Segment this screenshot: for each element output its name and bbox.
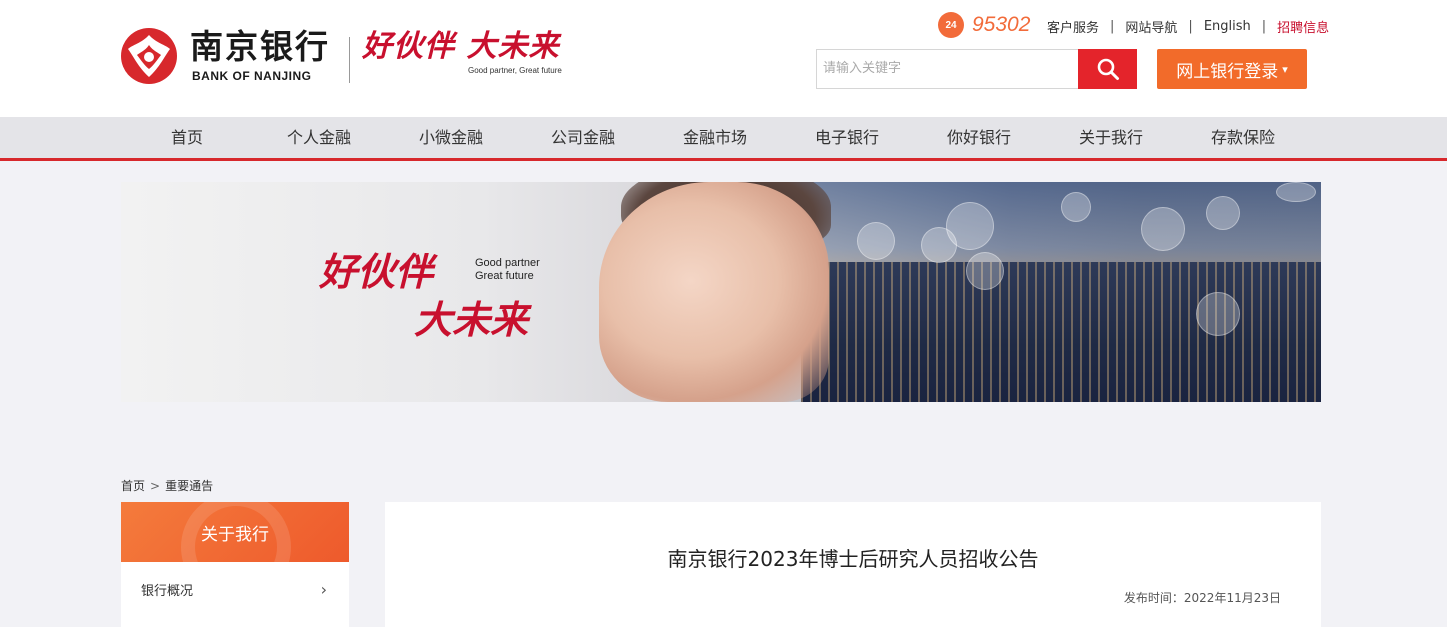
top-links: 客户服务 | 网站导航 | English | 招聘信息 — [1047, 17, 1329, 36]
link-recruitment[interactable]: 招聘信息 — [1277, 17, 1329, 36]
article-title: 南京银行2023年博士后研究人员招收公告 — [667, 547, 1039, 571]
hotline-number: 95302 — [972, 13, 1031, 36]
search-button[interactable] — [1078, 49, 1137, 89]
nav-corporate-finance[interactable]: 公司金融 — [517, 117, 649, 158]
bank-name-en: BANK OF NANJING — [192, 69, 312, 83]
link-customer-service[interactable]: 客户服务 — [1047, 17, 1099, 36]
search-icon — [1097, 58, 1119, 80]
caret-down-icon: ▾ — [1282, 62, 1288, 76]
bokeh-light — [1276, 182, 1316, 202]
bank-logo[interactable]: 南京银行 BANK OF NANJING — [120, 25, 350, 87]
link-site-navigation[interactable]: 网站导航 — [1125, 17, 1177, 36]
sidebar-header: 关于我行 — [121, 502, 349, 562]
bokeh-light — [1061, 192, 1091, 222]
main-nav: 首页 个人金融 小微金融 公司金融 金融市场 电子银行 你好银行 关于我行 存款… — [0, 117, 1447, 161]
nav-about-us[interactable]: 关于我行 — [1045, 117, 1177, 158]
publish-date-value: 2022年11月23日 — [1183, 591, 1281, 605]
header-slogan-cn: 好伙伴 大未来 — [362, 29, 560, 64]
link-separator: | — [1261, 19, 1267, 34]
phone-24h-icon: 24 — [938, 12, 964, 38]
logo-divider — [349, 37, 350, 83]
nav-deposit-insurance[interactable]: 存款保险 — [1177, 117, 1309, 158]
link-separator: | — [1110, 19, 1115, 34]
login-label: 网上银行登录 — [1176, 61, 1279, 82]
site-header: 南京银行 BANK OF NANJING 好伙伴 大未来 Good partne… — [0, 0, 1447, 117]
bokeh-light — [1141, 207, 1185, 251]
banner-model-face — [599, 182, 829, 402]
banner-en-line1: Good partner — [475, 257, 540, 269]
nav-personal-finance[interactable]: 个人金融 — [253, 117, 385, 158]
link-english[interactable]: English — [1204, 19, 1251, 34]
article-publish-date: 发布时间： 2022年11月23日 — [1124, 589, 1281, 606]
bokeh-light — [1206, 196, 1240, 230]
nav-hello-bank[interactable]: 你好银行 — [913, 117, 1045, 158]
sidebar-item-bank-overview[interactable]: 银行概况 › — [121, 562, 349, 617]
article-panel: 南京银行2023年博士后研究人员招收公告 发布时间： 2022年11月23日 — [385, 502, 1321, 627]
link-separator: | — [1188, 19, 1193, 34]
nav-financial-markets[interactable]: 金融市场 — [649, 117, 781, 158]
bokeh-light — [966, 252, 1004, 290]
nav-e-banking[interactable]: 电子银行 — [781, 117, 913, 158]
breadcrumb-home[interactable]: 首页 — [121, 477, 145, 494]
hero-banner[interactable]: 好伙伴 大未来 Good partner Great future — [121, 182, 1321, 402]
breadcrumb: 首页 > 重要通告 — [121, 477, 213, 494]
banner-slogan-line2: 大未来 — [414, 297, 529, 342]
bank-name-cn: 南京银行 — [190, 27, 330, 66]
online-banking-login-button[interactable]: 网上银行登录 ▾ — [1157, 49, 1307, 89]
sidebar-title: 关于我行 — [201, 524, 269, 545]
breadcrumb-arrow: > — [150, 478, 161, 493]
hotline: 24 95302 — [938, 11, 1030, 39]
bokeh-light — [857, 222, 895, 260]
banner-slogan-line1: 好伙伴 — [319, 249, 434, 294]
bokeh-light — [921, 227, 957, 263]
bank-logo-icon — [121, 28, 177, 84]
bokeh-light — [1196, 292, 1240, 336]
nav-home[interactable]: 首页 — [121, 117, 253, 158]
nav-small-business[interactable]: 小微金融 — [385, 117, 517, 158]
header-slogan-en: Good partner, Great future — [468, 66, 562, 75]
search-input[interactable]: 请输入关键字 — [816, 49, 1078, 89]
header-slogan: 好伙伴 大未来 Good partner, Great future — [362, 30, 562, 80]
banner-cityscape — [801, 262, 1321, 402]
publish-date-label: 发布时间： — [1123, 591, 1184, 605]
chevron-right-icon: › — [320, 580, 327, 599]
breadcrumb-current[interactable]: 重要通告 — [165, 477, 213, 494]
banner-en-line2: Great future — [475, 270, 534, 282]
sidebar: 关于我行 银行概况 › — [121, 502, 349, 627]
sidebar-item-label: 银行概况 — [141, 584, 194, 599]
